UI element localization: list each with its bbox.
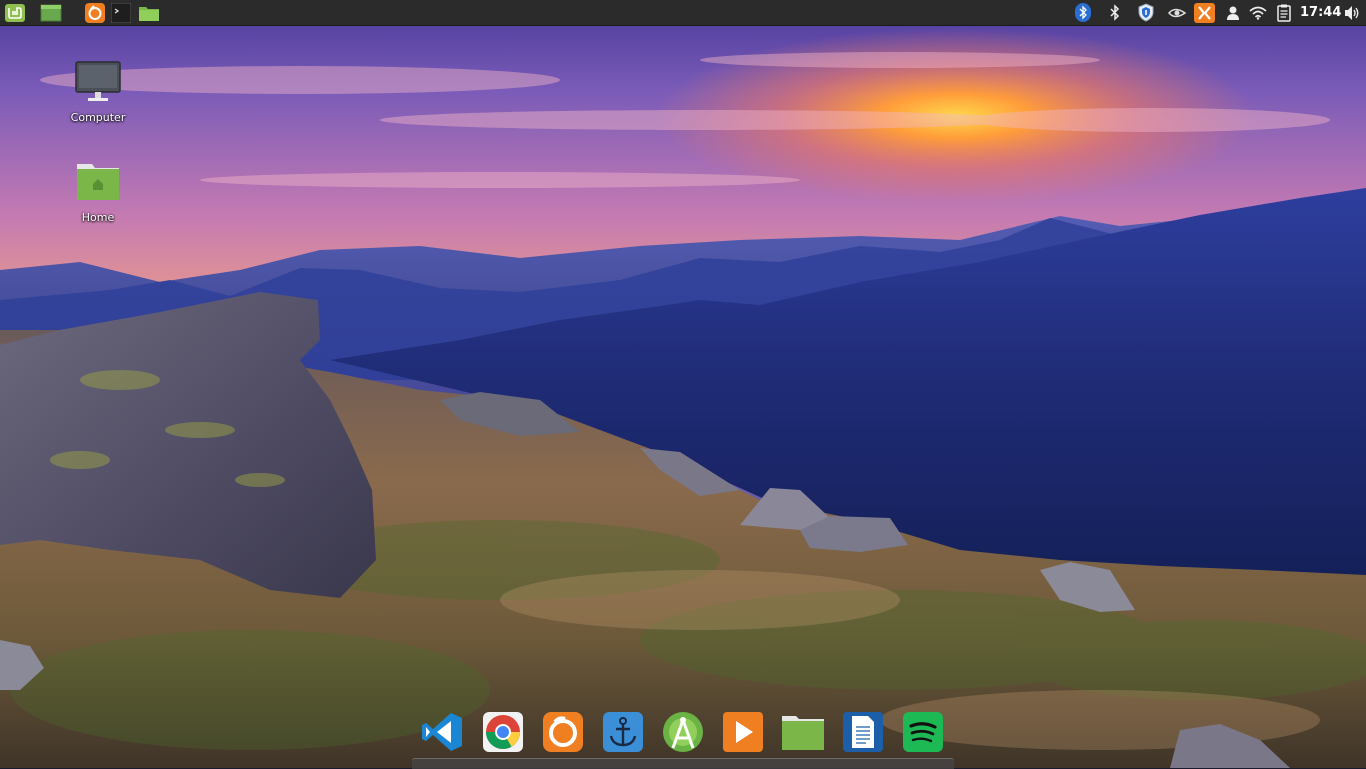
terminal-launcher[interactable] bbox=[110, 2, 132, 23]
user-applet[interactable] bbox=[1224, 3, 1242, 22]
bluetooth-tray[interactable] bbox=[1074, 3, 1092, 22]
show-desktop-icon bbox=[40, 4, 62, 21]
bluetooth-icon bbox=[1110, 3, 1120, 21]
desktop-wallpaper bbox=[0, 0, 1366, 768]
network-applet[interactable] bbox=[1248, 3, 1268, 22]
bluetooth-status[interactable] bbox=[1106, 3, 1124, 22]
chrome-icon bbox=[483, 712, 523, 752]
update-manager[interactable] bbox=[1136, 3, 1156, 22]
bluetooth-icon bbox=[1075, 3, 1091, 22]
dock-item-firefox[interactable] bbox=[541, 710, 585, 754]
dock-item-text-editor[interactable] bbox=[841, 710, 885, 754]
volume-icon bbox=[1344, 5, 1358, 20]
mint-menu-button[interactable] bbox=[4, 2, 26, 23]
spotify-icon bbox=[903, 712, 943, 752]
xampp-control[interactable] bbox=[1193, 2, 1215, 23]
firefox-icon bbox=[543, 712, 583, 752]
anchor-icon bbox=[603, 712, 643, 752]
computer-icon bbox=[75, 61, 121, 101]
media-player-icon bbox=[723, 712, 763, 752]
user-icon bbox=[1227, 6, 1239, 20]
top-panel: 17:44 bbox=[0, 0, 1366, 26]
dock-item-chrome[interactable] bbox=[481, 710, 525, 754]
shield-update-icon bbox=[1138, 3, 1154, 22]
vscode-icon bbox=[422, 713, 462, 751]
home-folder-icon bbox=[77, 164, 119, 200]
dock-item-android-studio[interactable] bbox=[661, 710, 705, 754]
desktop-icon-label: Computer bbox=[70, 111, 126, 124]
clipboard-icon bbox=[1277, 4, 1291, 22]
dock-item-anchor[interactable] bbox=[601, 710, 645, 754]
dock-item-vscode[interactable] bbox=[420, 710, 464, 754]
xampp-icon bbox=[1193, 2, 1215, 23]
dock-item-media-player[interactable] bbox=[721, 710, 765, 754]
folder-icon bbox=[782, 716, 824, 750]
files-launcher[interactable] bbox=[138, 2, 160, 23]
dock-item-files[interactable] bbox=[781, 710, 825, 754]
desktop-icon-label: Home bbox=[81, 211, 115, 224]
text-editor-icon bbox=[843, 712, 883, 752]
terminal-launcher-icon bbox=[111, 2, 131, 23]
clipboard-applet[interactable] bbox=[1275, 3, 1293, 22]
dock-item-spotify[interactable] bbox=[901, 710, 945, 754]
android-studio-icon bbox=[663, 712, 703, 752]
firefox-launcher-icon bbox=[85, 2, 105, 23]
sound-applet[interactable] bbox=[1343, 3, 1361, 22]
desktop-icon-computer[interactable]: Computer bbox=[48, 60, 148, 124]
nvidia-settings[interactable] bbox=[1166, 3, 1188, 22]
desktop-icon-home[interactable]: Home bbox=[48, 160, 148, 224]
show-desktop-button[interactable] bbox=[40, 2, 62, 23]
nvidia-icon bbox=[1168, 8, 1187, 17]
files-launcher-icon bbox=[139, 6, 159, 21]
mint-menu-icon bbox=[5, 3, 25, 22]
dock-bar bbox=[412, 758, 954, 769]
wifi-icon bbox=[1249, 6, 1267, 20]
firefox-launcher[interactable] bbox=[84, 2, 106, 23]
panel-clock[interactable]: 17:44 bbox=[1300, 0, 1341, 25]
